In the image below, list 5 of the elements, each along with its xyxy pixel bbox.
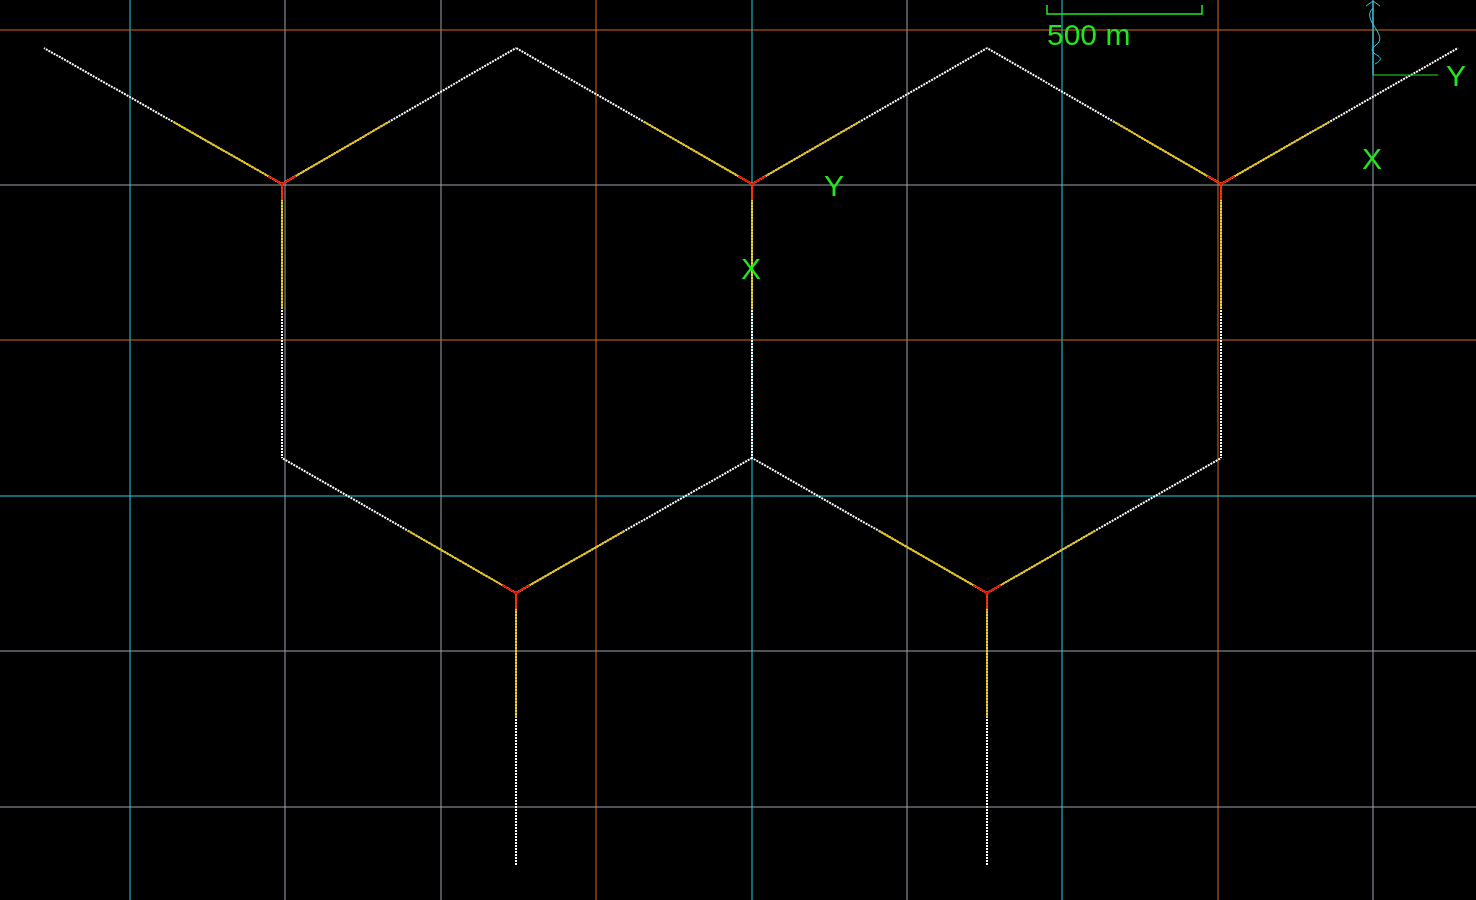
axis-label: Y bbox=[824, 169, 844, 202]
scale-label: 500 m bbox=[1047, 18, 1131, 51]
axis-label: X bbox=[1362, 142, 1382, 175]
axis-label: Y bbox=[1446, 59, 1466, 92]
ucs-icon bbox=[1365, 0, 1439, 76]
